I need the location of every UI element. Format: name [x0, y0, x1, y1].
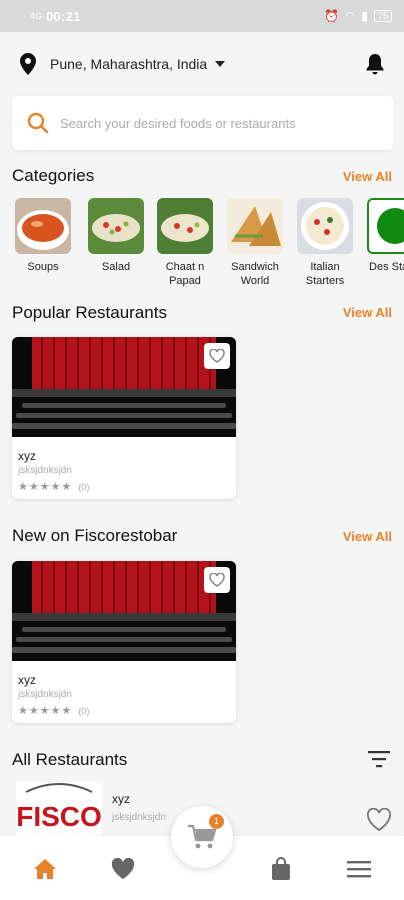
new-restaurants-title: New on Fiscorestobar [12, 526, 178, 545]
rating-count: (0) [78, 481, 90, 492]
chevron-down-icon[interactable] [215, 61, 226, 67]
category-label: Salad [101, 261, 131, 273]
category-soups[interactable]: Soups [14, 198, 72, 274]
status-bar: 4G 00:21 ⏰ ◠ ▮ 75 [0, 0, 404, 32]
restaurant-image [12, 337, 236, 437]
heart-icon[interactable] [366, 808, 392, 832]
rating: ★★★★★ (0) [18, 480, 236, 493]
nav-favorites[interactable] [110, 856, 136, 882]
popular-restaurants-title: Popular Restaurants [12, 303, 167, 322]
category-label: Soups [27, 261, 59, 273]
category-label: Des Starte [369, 261, 404, 273]
heart-icon [209, 349, 225, 363]
all-restaurants-title: All Restaurants [12, 750, 128, 769]
nav-home[interactable] [32, 856, 58, 882]
status-time: 00:21 [46, 8, 81, 24]
category-image [88, 198, 144, 254]
category-chaat-n-papad[interactable]: Chaat n Papad [156, 198, 214, 288]
restaurant-logo: FISCO [16, 782, 102, 838]
location-text[interactable]: Pune, Maharashtra, India [50, 56, 207, 72]
category-label: Sandwich World [231, 261, 279, 287]
category-label: Chaat n Papad [165, 261, 205, 287]
category-image [227, 198, 283, 254]
rating: ★★★★★ (0) [18, 704, 236, 717]
restaurant-card[interactable]: xyz jsksjdnksjdn ★★★★★ (0) [12, 337, 236, 499]
favorite-button[interactable] [204, 567, 230, 593]
location-bar[interactable]: Pune, Maharashtra, India [18, 44, 386, 84]
svg-text:FISCO: FISCO [16, 801, 102, 832]
bag-icon [272, 857, 290, 880]
popular-view-all[interactable]: View All [343, 305, 392, 320]
home-icon [34, 859, 56, 879]
category-label: Italian Starters [305, 261, 345, 287]
nav-menu[interactable] [346, 856, 372, 882]
network-indicator: 4G [30, 11, 43, 21]
new-view-all[interactable]: View All [343, 529, 392, 544]
category-salad[interactable]: Salad [87, 198, 145, 274]
menu-icon [347, 861, 371, 878]
category-italian-starters[interactable]: Italian Starters [296, 198, 354, 288]
heart-icon [111, 858, 135, 879]
signal-icon: ▮ [361, 9, 368, 23]
restaurant-card[interactable]: xyz jsksjdnksjdn ★★★★★ (0) [12, 561, 236, 723]
restaurant-image [12, 561, 236, 661]
search-icon [27, 112, 49, 134]
filter-icon[interactable] [368, 750, 390, 768]
categories-view-all[interactable]: View All [343, 169, 392, 184]
cart-button[interactable] [171, 806, 233, 868]
search-bar[interactable] [12, 96, 394, 150]
battery-icon: 75 [373, 10, 392, 22]
restaurant-name: xyz [112, 792, 130, 806]
category-image [297, 198, 353, 254]
restaurant-subtitle: jsksjdnksjdn [112, 812, 166, 823]
category-image [367, 198, 404, 254]
categories-carousel[interactable]: Soups Salad Chaat n Papad Sandwich World… [0, 198, 404, 298]
star-rating-icons: ★★★★★ [18, 481, 73, 493]
status-icons: ⏰ ◠ ▮ 75 [324, 9, 392, 23]
nav-orders[interactable] [268, 856, 294, 882]
star-rating-icons: ★★★★★ [18, 705, 73, 717]
category-image [15, 198, 71, 254]
bell-icon[interactable] [364, 52, 386, 76]
cart-badge: 1 [209, 814, 224, 829]
heart-icon [209, 573, 225, 587]
restaurant-name: xyz [18, 449, 36, 463]
category-image [157, 198, 213, 254]
favorite-button[interactable] [204, 343, 230, 369]
search-input[interactable] [60, 115, 360, 131]
category-sandwich-world[interactable]: Sandwich World [226, 198, 284, 288]
restaurant-subtitle: jsksjdnksjdn [18, 689, 72, 700]
category-des-starte[interactable]: Des Starte [366, 198, 404, 274]
alarm-icon: ⏰ [323, 9, 339, 23]
rating-count: (0) [78, 705, 90, 716]
location-pin-icon [20, 53, 36, 75]
categories-title: Categories [12, 166, 95, 185]
wifi-icon: ◠ [344, 9, 356, 23]
restaurant-name: xyz [18, 673, 36, 687]
restaurant-subtitle: jsksjdnksjdn [18, 465, 72, 476]
